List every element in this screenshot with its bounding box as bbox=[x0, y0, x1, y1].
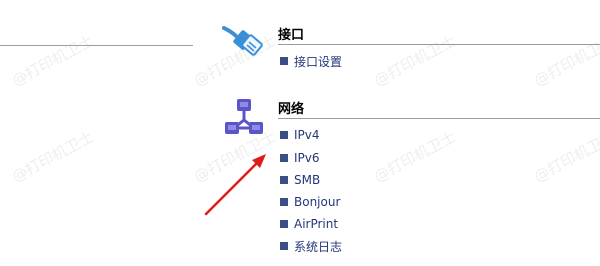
settings-menu-panel: @打印机卫士 @打印机卫士 @打印机卫士 @打印机卫士 @打印机卫士 @打印机卫… bbox=[0, 0, 600, 266]
annotation-arrow-icon bbox=[204, 154, 266, 216]
